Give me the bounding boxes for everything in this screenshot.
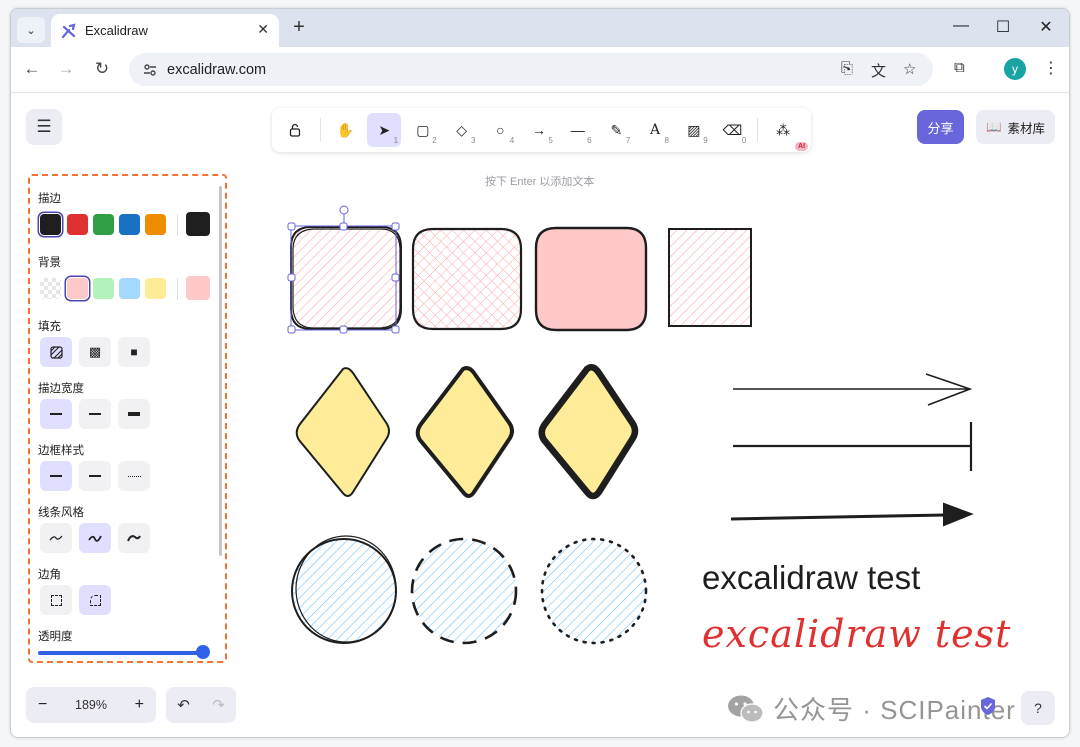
circle-solid-stroke[interactable] bbox=[291, 535, 397, 644]
arrow-thin[interactable] bbox=[733, 373, 973, 406]
sharp-rect-hachure[interactable] bbox=[668, 228, 752, 327]
canvas-text-normal[interactable]: excalidraw test bbox=[702, 559, 920, 597]
close-tab-icon[interactable]: ✕ bbox=[257, 21, 269, 38]
address-bar[interactable]: excalidraw.com ⎘ 文 ☆ bbox=[129, 53, 933, 86]
bookmark-star-icon[interactable]: ☆ bbox=[903, 60, 916, 78]
zoom-in-button[interactable]: + bbox=[135, 696, 144, 714]
browser-menu-icon[interactable]: ⋮ bbox=[1043, 58, 1059, 78]
excalidraw-logo-icon bbox=[61, 22, 76, 38]
diamond-bold[interactable] bbox=[415, 366, 514, 498]
redo-icon[interactable]: ↷ bbox=[212, 696, 225, 714]
help-button[interactable]: ? bbox=[1021, 691, 1055, 725]
back-button[interactable]: ← bbox=[21, 59, 43, 79]
browser-toolbar: ← → ↻ excalidraw.com ⎘ 文 ☆ ⧉ y ⋮ bbox=[11, 47, 1069, 93]
tab-strip: ⌄ Excalidraw ✕ + — ☐ ✕ bbox=[11, 9, 1069, 47]
profile-avatar[interactable]: y bbox=[1004, 58, 1026, 80]
rounded-rect-cross-hatch[interactable] bbox=[411, 227, 523, 331]
wechat-logo-icon bbox=[728, 695, 764, 723]
url-text: excalidraw.com bbox=[167, 61, 267, 78]
zoom-controls: − 189% + bbox=[26, 687, 156, 723]
circle-dashed-stroke[interactable] bbox=[410, 537, 518, 645]
canvas-text-handwritten[interactable]: excalidraw test bbox=[702, 612, 1011, 656]
arrow-bar-end[interactable] bbox=[733, 422, 973, 471]
circle-dotted-stroke[interactable] bbox=[540, 537, 648, 645]
diamond-thin[interactable] bbox=[295, 367, 390, 497]
diamond-extra-bold[interactable] bbox=[538, 363, 639, 500]
help-icon: ? bbox=[1034, 700, 1042, 716]
shield-icon[interactable] bbox=[979, 696, 997, 716]
browser-window: ⌄ Excalidraw ✕ + — ☐ ✕ ← → ↻ excalidraw.… bbox=[10, 8, 1070, 738]
new-tab-button[interactable]: + bbox=[287, 16, 311, 39]
translate-icon[interactable]: 文 bbox=[871, 60, 886, 81]
close-window-button[interactable]: ✕ bbox=[1031, 17, 1061, 37]
site-info-icon[interactable] bbox=[143, 63, 157, 77]
arrow-triangle-head[interactable] bbox=[730, 502, 974, 527]
browser-tab[interactable]: Excalidraw ✕ bbox=[51, 14, 279, 47]
undo-icon[interactable]: ↶ bbox=[177, 696, 190, 714]
zoom-level[interactable]: 189% bbox=[75, 698, 107, 712]
rounded-rect-hachure[interactable] bbox=[290, 226, 402, 330]
minimize-button[interactable]: — bbox=[946, 17, 976, 35]
install-app-icon[interactable]: ⎘ bbox=[841, 60, 853, 77]
chevron-down-icon: ⌄ bbox=[26, 24, 36, 37]
zoom-out-button[interactable]: − bbox=[38, 696, 47, 714]
forward-button[interactable]: → bbox=[55, 59, 77, 79]
maximize-button[interactable]: ☐ bbox=[988, 17, 1018, 37]
tab-title: Excalidraw bbox=[85, 23, 148, 38]
history-controls: ↶ ↷ bbox=[166, 687, 236, 723]
extensions-icon[interactable]: ⧉ bbox=[954, 59, 965, 76]
rounded-rect-solid[interactable] bbox=[534, 226, 648, 332]
excalidraw-canvas[interactable]: ☰ ✋ ➤ 1 ▢ 2 ◇ 3 ○ 4 → 5 —6 ✎ 7 A8 ▨ 9 ⌫ 0 ⁂ AI 分享… bbox=[11, 94, 1069, 737]
watermark: 公众号 · SCIPainter bbox=[727, 690, 1016, 727]
reload-button[interactable]: ↻ bbox=[91, 59, 113, 79]
tab-search-button[interactable]: ⌄ bbox=[17, 17, 45, 43]
